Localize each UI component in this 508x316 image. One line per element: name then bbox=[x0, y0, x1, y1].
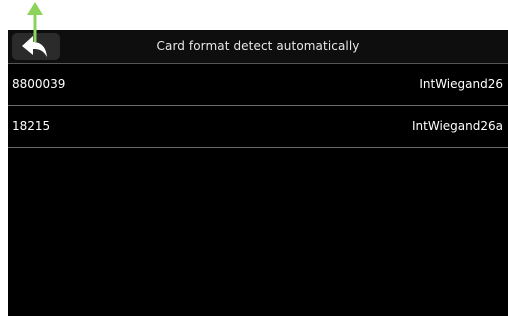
device-screen: Card format detect automatically 8800039… bbox=[8, 30, 508, 316]
card-format: IntWiegand26a bbox=[412, 119, 503, 133]
card-format: IntWiegand26 bbox=[419, 77, 503, 91]
card-number: 8800039 bbox=[12, 77, 66, 91]
card-number: 18215 bbox=[12, 119, 51, 133]
pointer-arrow-icon bbox=[27, 2, 43, 42]
title-bar: Card format detect automatically bbox=[8, 30, 508, 64]
page-title: Card format detect automatically bbox=[156, 39, 360, 53]
card-row[interactable]: 18215 IntWiegand26a bbox=[8, 106, 508, 148]
card-row[interactable]: 8800039 IntWiegand26 bbox=[8, 64, 508, 106]
